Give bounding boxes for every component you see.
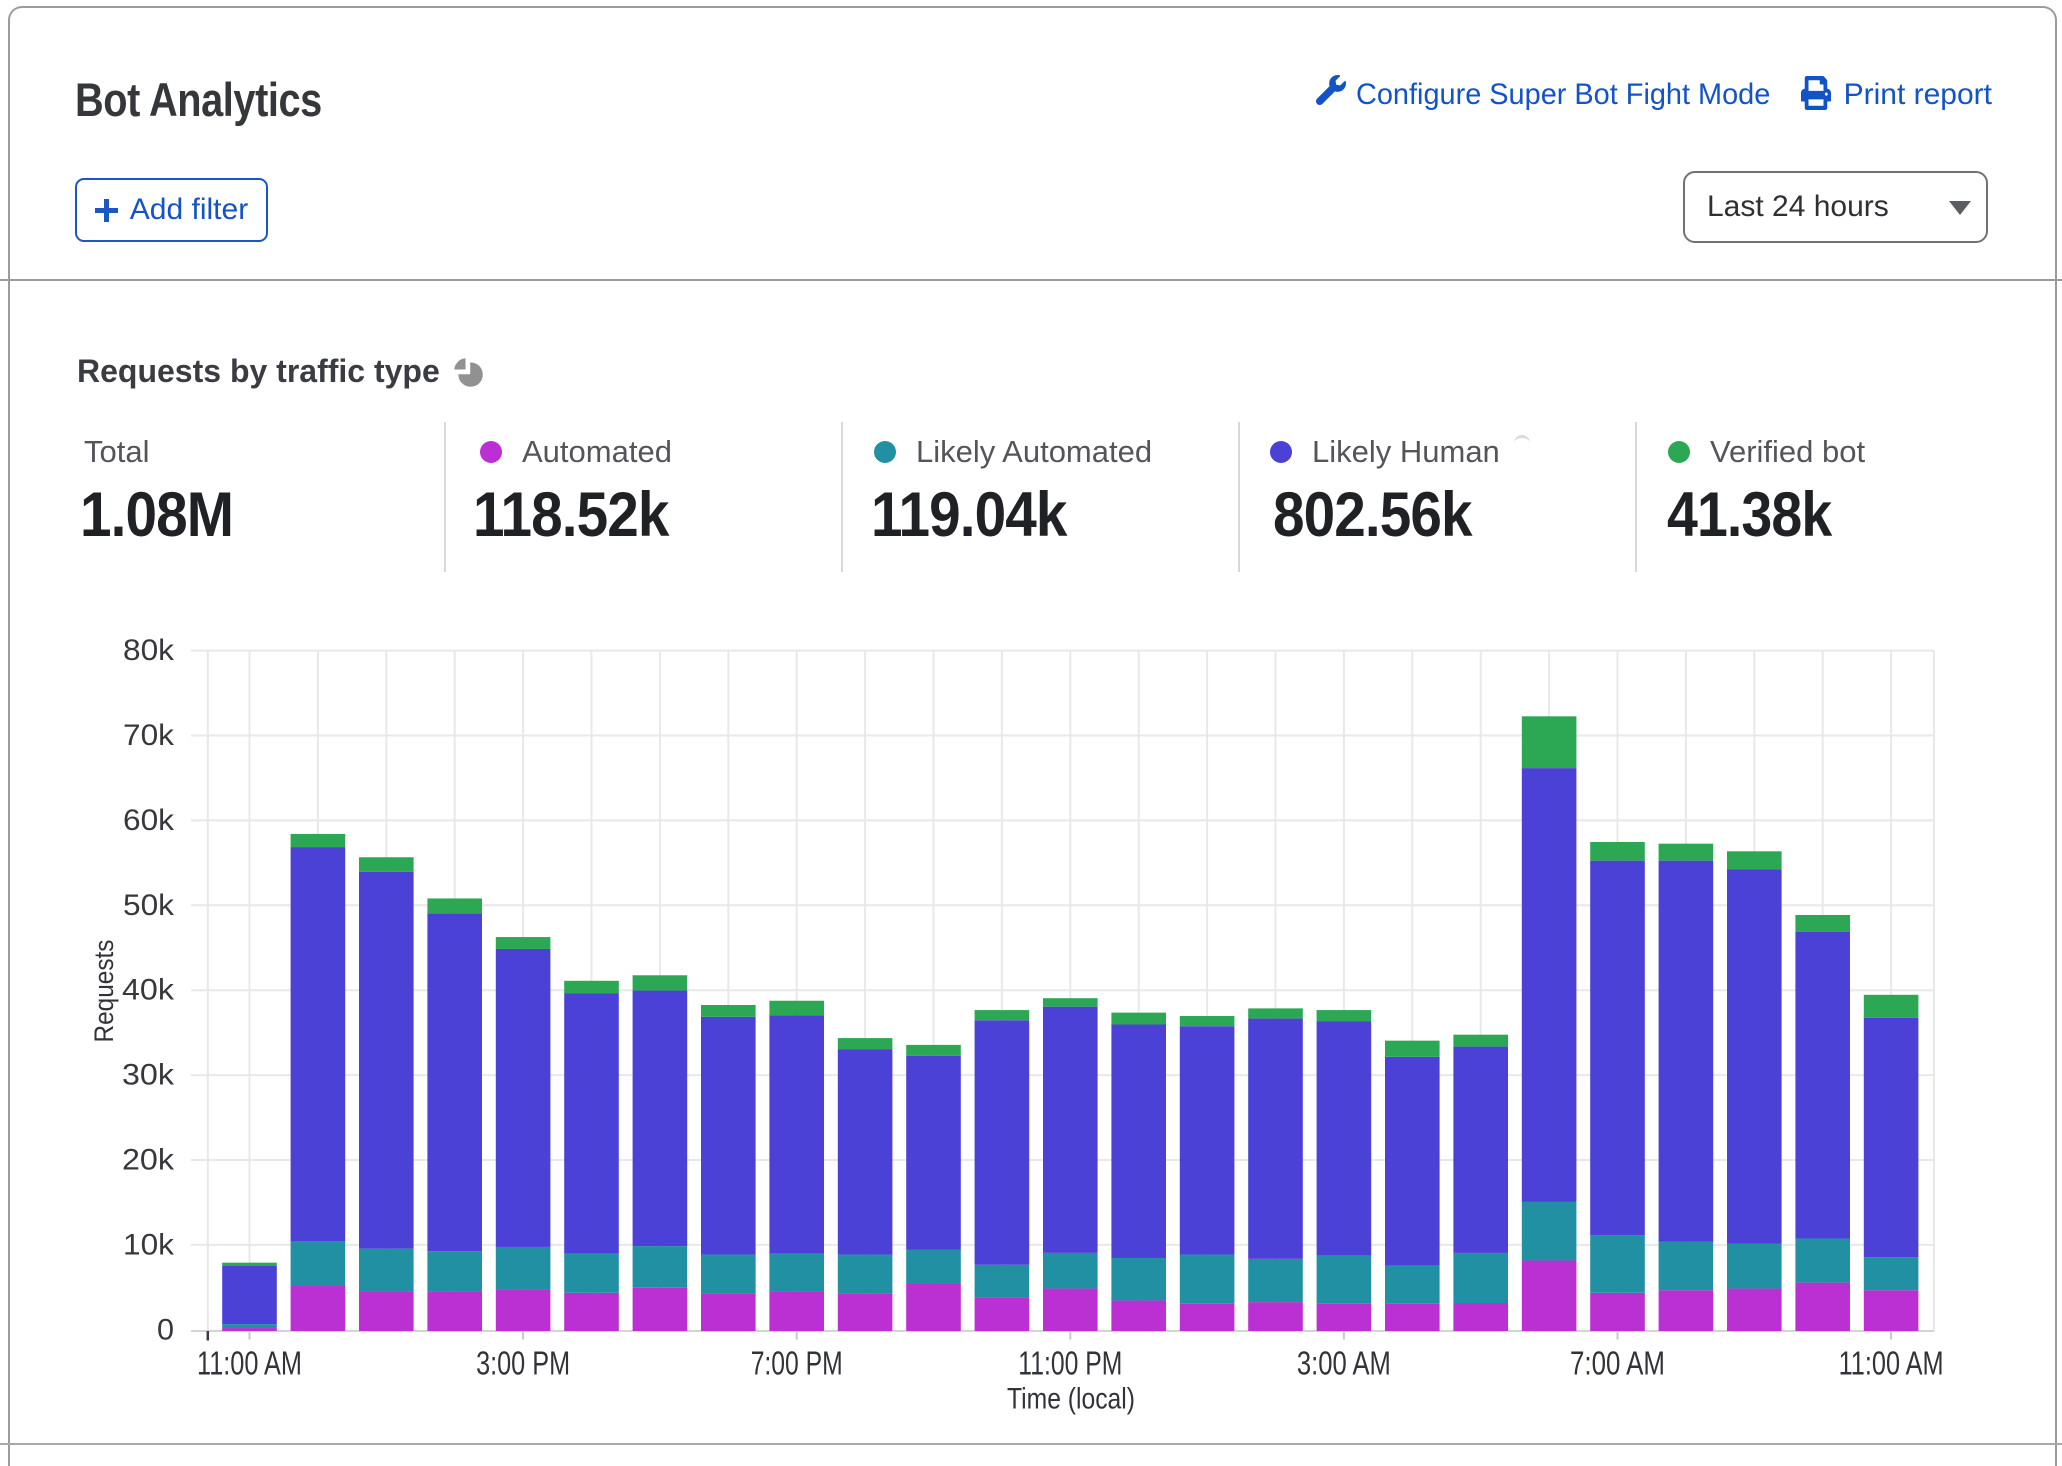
svg-text:Time (local): Time (local) bbox=[1007, 1383, 1135, 1416]
svg-text:11:00 AM: 11:00 AM bbox=[197, 1345, 302, 1382]
svg-text:80k: 80k bbox=[123, 634, 175, 667]
svg-text:40k: 40k bbox=[122, 974, 175, 1007]
svg-text:50k: 50k bbox=[123, 889, 175, 922]
svg-text:7:00 PM: 7:00 PM bbox=[751, 1345, 843, 1382]
svg-text:70k: 70k bbox=[123, 719, 175, 752]
svg-text:0: 0 bbox=[157, 1313, 174, 1346]
svg-text:11:00 PM: 11:00 PM bbox=[1018, 1345, 1122, 1382]
svg-text:3:00 PM: 3:00 PM bbox=[476, 1345, 570, 1382]
svg-text:11:00 AM: 11:00 AM bbox=[1839, 1345, 1944, 1382]
svg-text:10k: 10k bbox=[123, 1228, 175, 1261]
svg-text:Requests: Requests bbox=[89, 940, 119, 1043]
svg-text:30k: 30k bbox=[122, 1059, 175, 1092]
svg-text:3:00 AM: 3:00 AM bbox=[1297, 1345, 1391, 1382]
svg-text:20k: 20k bbox=[122, 1144, 175, 1177]
svg-text:60k: 60k bbox=[123, 804, 175, 837]
svg-text:7:00 AM: 7:00 AM bbox=[1570, 1345, 1665, 1382]
